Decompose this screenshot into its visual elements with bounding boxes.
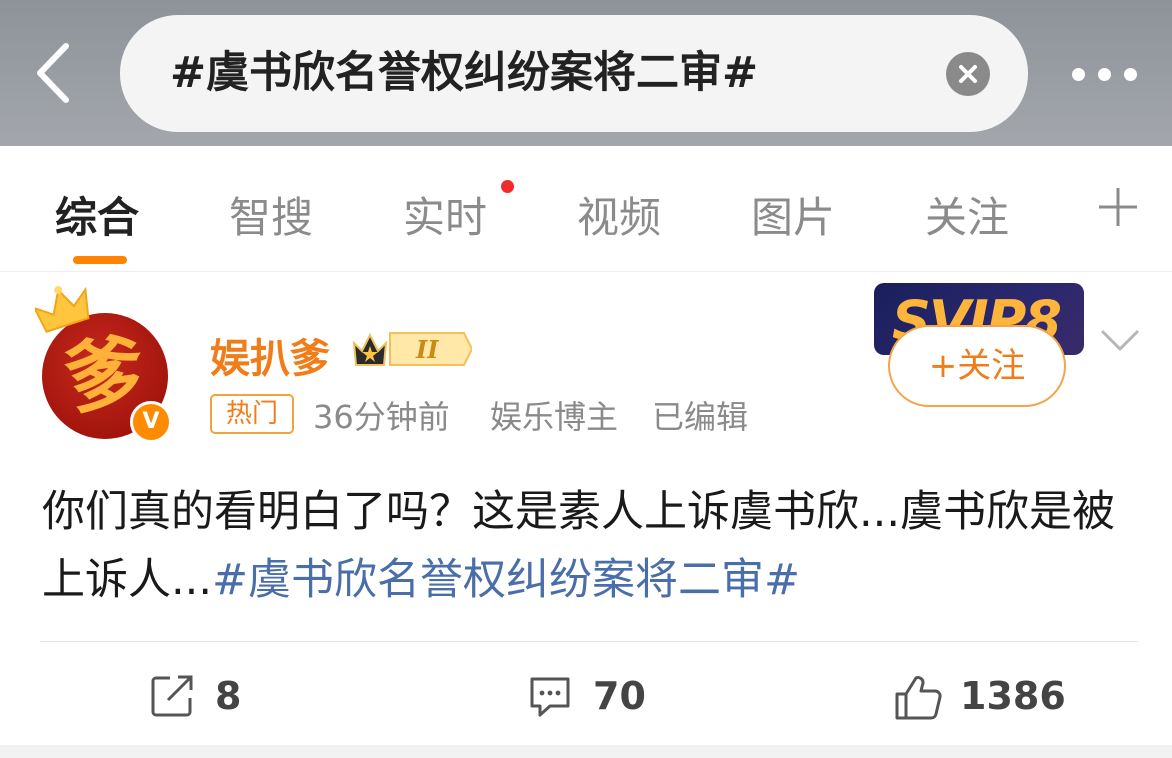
tab-bar: 综合 智搜 实时 视频 图片 关注: [0, 146, 1172, 272]
author-name[interactable]: 娱扒爹: [210, 326, 330, 384]
comment-button[interactable]: 70: [528, 668, 668, 724]
comment-icon: [530, 677, 570, 717]
follow-button[interactable]: +关注: [888, 325, 1066, 407]
vip-crown-icon: II: [352, 332, 472, 366]
tab-following[interactable]: 关注: [925, 184, 1009, 245]
like-count: 1386: [960, 674, 1066, 718]
back-icon: [37, 43, 69, 103]
realtime-notification-dot: [501, 180, 514, 193]
crown-icon: [35, 286, 90, 333]
tab-images[interactable]: 图片: [751, 184, 835, 245]
search-query: #虞书欣名誉权纠纷案将二审#: [170, 48, 759, 98]
like-icon: [895, 676, 942, 720]
comment-count: 70: [593, 674, 646, 718]
action-divider: [40, 641, 1138, 642]
search-input[interactable]: #虞书欣名誉权纠纷案将二审#: [120, 15, 1028, 132]
clear-button[interactable]: [946, 52, 990, 96]
tab-realtime[interactable]: 实时: [403, 184, 487, 245]
repost-button[interactable]: 8: [150, 668, 270, 724]
active-tab-indicator: [73, 256, 127, 264]
chevron-down-icon[interactable]: [1100, 326, 1140, 356]
avatar[interactable]: 爹 V: [35, 285, 180, 445]
repost-count: 8: [215, 674, 242, 718]
hot-badge: 热门: [210, 394, 294, 434]
post-time: 36分钟前: [313, 398, 450, 436]
verified-badge: V: [130, 401, 172, 443]
post-content: 你们真的看明白了吗？这是素人上诉虞书欣...虞书欣是被上诉人...#虞书欣名誉权…: [42, 478, 1142, 614]
tab-smart-search[interactable]: 智搜: [229, 184, 313, 245]
repost-icon: [151, 675, 193, 717]
plus-icon: [1099, 188, 1137, 226]
back-button[interactable]: [30, 40, 80, 106]
add-tab-button[interactable]: [1097, 186, 1139, 228]
like-button[interactable]: 1386: [894, 668, 1074, 724]
vip-level: II: [415, 335, 439, 364]
author-role: 娱乐博主: [490, 398, 619, 436]
feed-separator: [0, 745, 1172, 758]
more-button[interactable]: [1066, 56, 1142, 92]
more-icon: [1072, 68, 1085, 81]
tab-video[interactable]: 视频: [577, 184, 661, 245]
top-bar: #虞书欣名誉权纠纷案将二审#: [0, 0, 1172, 146]
tab-comprehensive[interactable]: 综合: [55, 184, 139, 245]
clear-icon: [959, 65, 977, 83]
topic-link[interactable]: #虞书欣名誉权纠纷案将二审#: [212, 555, 800, 605]
edited-label: 已编辑: [652, 398, 749, 436]
